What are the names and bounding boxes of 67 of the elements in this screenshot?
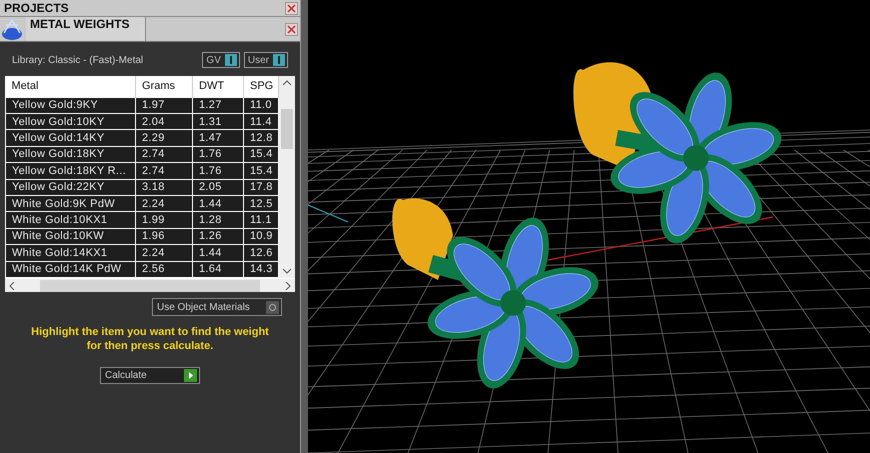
table-cell: 1.64 bbox=[192, 261, 244, 278]
table-cell: 11.0 bbox=[244, 97, 278, 114]
scroll-up-icon[interactable] bbox=[283, 80, 291, 86]
table-cell: 15.4 bbox=[244, 146, 278, 163]
axis-line bbox=[308, 204, 348, 223]
use-object-materials-toggle[interactable]: Use Object Materials bbox=[152, 298, 282, 316]
table-cell: 1.26 bbox=[192, 228, 244, 245]
scroll-right-icon[interactable] bbox=[285, 282, 291, 290]
vertical-scrollbar[interactable] bbox=[279, 76, 295, 278]
table-cell: 1.31 bbox=[192, 113, 244, 130]
table-cell: 2.74 bbox=[136, 162, 192, 180]
table-cell: 1.76 bbox=[192, 146, 244, 163]
horizontal-scrollbar[interactable] bbox=[5, 278, 295, 292]
table-cell: 1.27 bbox=[192, 97, 244, 114]
table-cell: 1.28 bbox=[192, 212, 244, 228]
table-cell: 2.74 bbox=[136, 146, 192, 163]
play-icon bbox=[184, 369, 197, 382]
table-cell: 12.5 bbox=[244, 195, 278, 212]
table-cell: 1.47 bbox=[192, 130, 244, 146]
panel-title: PROJECTS bbox=[4, 2, 69, 14]
table-cell: 12.8 bbox=[244, 130, 278, 146]
close-button[interactable] bbox=[285, 2, 298, 14]
panel-tab[interactable]: METAL WEIGHTS bbox=[26, 17, 146, 41]
table-cell: Yellow Gold:22KY bbox=[6, 179, 136, 196]
table-cell: 1.44 bbox=[192, 195, 244, 212]
table-cell: White Gold:14KX1 bbox=[6, 244, 136, 262]
table-cell: 2.04 bbox=[136, 113, 192, 130]
table-cell: 2.24 bbox=[136, 195, 192, 212]
table-cell: 1.96 bbox=[136, 228, 192, 245]
table-cell: 1.99 bbox=[136, 212, 192, 228]
table-cell: 15.4 bbox=[244, 162, 278, 180]
table-cell: 2.29 bbox=[136, 130, 192, 146]
table-cell: 11.4 bbox=[244, 113, 278, 130]
close-icon bbox=[287, 4, 296, 12]
close-icon bbox=[287, 25, 296, 34]
table-cell: 2.05 bbox=[192, 179, 244, 196]
table-cell: White Gold:10KX1 bbox=[6, 212, 136, 228]
scroll-thumb[interactable] bbox=[281, 109, 293, 149]
table-cell: Yellow Gold:10KY bbox=[6, 113, 136, 130]
table-cell: Yellow Gold:18KY R... bbox=[6, 162, 136, 180]
table-cell: 11.1 bbox=[244, 212, 278, 228]
scroll-left-icon[interactable] bbox=[9, 282, 15, 290]
table-cell: 14.3 bbox=[244, 261, 278, 278]
table-cell: 3.18 bbox=[136, 179, 192, 196]
table-cell: Yellow Gold:18KY bbox=[6, 146, 136, 163]
table-cell: White Gold:14K PdW bbox=[6, 261, 136, 278]
toggle-button[interactable]: GV bbox=[202, 52, 240, 68]
table-cell: 17.8 bbox=[244, 179, 278, 196]
table-cell: 1.76 bbox=[192, 162, 244, 180]
close-button[interactable] bbox=[285, 23, 298, 36]
table-cell: 2.24 bbox=[136, 244, 192, 262]
scroll-thumb[interactable] bbox=[40, 280, 260, 292]
table-cell: 1.97 bbox=[136, 97, 192, 114]
table-cell: 2.56 bbox=[136, 261, 192, 278]
instruction-text: Highlight the item you want to find the weight for then press calculate. bbox=[30, 325, 270, 353]
table-cell: 12.6 bbox=[244, 244, 278, 262]
toggle-button[interactable]: User bbox=[244, 52, 288, 68]
table-cell: 1.44 bbox=[192, 244, 244, 262]
table-cell: White Gold:10KW bbox=[6, 228, 136, 245]
table-cell: Yellow Gold:9KY bbox=[6, 97, 136, 114]
table-cell: White Gold:9K PdW bbox=[6, 195, 136, 212]
table-cell: Yellow Gold:14KY bbox=[6, 130, 136, 146]
table-cell: 10.9 bbox=[244, 228, 278, 245]
panel-splitter[interactable] bbox=[300, 0, 308, 453]
library-label: Library: Classic - (Fast)-Metal bbox=[12, 54, 144, 68]
scroll-down-icon[interactable] bbox=[283, 268, 291, 274]
calculate-button[interactable]: Calculate bbox=[100, 367, 200, 384]
